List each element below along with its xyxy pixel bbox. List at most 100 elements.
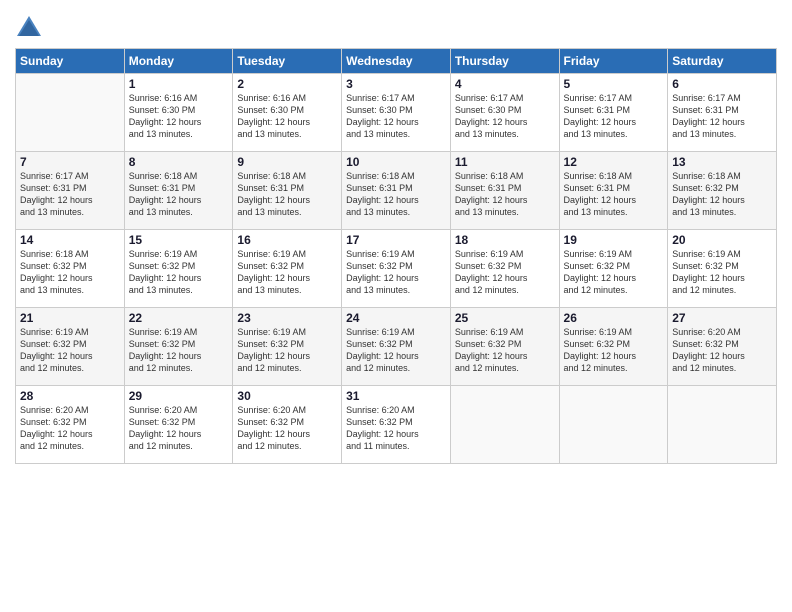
calendar-week-row: 7Sunrise: 6:17 AM Sunset: 6:31 PM Daylig… bbox=[16, 152, 777, 230]
calendar-day-29: 29Sunrise: 6:20 AM Sunset: 6:32 PM Dayli… bbox=[124, 386, 233, 464]
day-info: Sunrise: 6:18 AM Sunset: 6:32 PM Dayligh… bbox=[672, 170, 772, 219]
calendar-day-27: 27Sunrise: 6:20 AM Sunset: 6:32 PM Dayli… bbox=[668, 308, 777, 386]
calendar-day-3: 3Sunrise: 6:17 AM Sunset: 6:30 PM Daylig… bbox=[342, 74, 451, 152]
day-number: 22 bbox=[129, 311, 229, 325]
day-number: 28 bbox=[20, 389, 120, 403]
calendar-day-28: 28Sunrise: 6:20 AM Sunset: 6:32 PM Dayli… bbox=[16, 386, 125, 464]
calendar-day-8: 8Sunrise: 6:18 AM Sunset: 6:31 PM Daylig… bbox=[124, 152, 233, 230]
logo bbox=[15, 14, 45, 42]
calendar-day-25: 25Sunrise: 6:19 AM Sunset: 6:32 PM Dayli… bbox=[450, 308, 559, 386]
day-number: 20 bbox=[672, 233, 772, 247]
day-info: Sunrise: 6:19 AM Sunset: 6:32 PM Dayligh… bbox=[237, 248, 337, 297]
calendar-day-11: 11Sunrise: 6:18 AM Sunset: 6:31 PM Dayli… bbox=[450, 152, 559, 230]
calendar-page: SundayMondayTuesdayWednesdayThursdayFrid… bbox=[0, 0, 792, 612]
day-info: Sunrise: 6:17 AM Sunset: 6:31 PM Dayligh… bbox=[20, 170, 120, 219]
day-info: Sunrise: 6:19 AM Sunset: 6:32 PM Dayligh… bbox=[672, 248, 772, 297]
calendar-day-7: 7Sunrise: 6:17 AM Sunset: 6:31 PM Daylig… bbox=[16, 152, 125, 230]
day-number: 8 bbox=[129, 155, 229, 169]
calendar-day-2: 2Sunrise: 6:16 AM Sunset: 6:30 PM Daylig… bbox=[233, 74, 342, 152]
logo-icon bbox=[15, 14, 43, 42]
weekday-header-thursday: Thursday bbox=[450, 49, 559, 74]
calendar-week-row: 21Sunrise: 6:19 AM Sunset: 6:32 PM Dayli… bbox=[16, 308, 777, 386]
day-number: 7 bbox=[20, 155, 120, 169]
day-number: 2 bbox=[237, 77, 337, 91]
day-number: 30 bbox=[237, 389, 337, 403]
calendar-day-10: 10Sunrise: 6:18 AM Sunset: 6:31 PM Dayli… bbox=[342, 152, 451, 230]
day-number: 17 bbox=[346, 233, 446, 247]
calendar-day-5: 5Sunrise: 6:17 AM Sunset: 6:31 PM Daylig… bbox=[559, 74, 668, 152]
calendar-day-26: 26Sunrise: 6:19 AM Sunset: 6:32 PM Dayli… bbox=[559, 308, 668, 386]
calendar-empty-cell bbox=[16, 74, 125, 152]
calendar-day-13: 13Sunrise: 6:18 AM Sunset: 6:32 PM Dayli… bbox=[668, 152, 777, 230]
day-info: Sunrise: 6:19 AM Sunset: 6:32 PM Dayligh… bbox=[129, 326, 229, 375]
day-info: Sunrise: 6:18 AM Sunset: 6:31 PM Dayligh… bbox=[237, 170, 337, 219]
calendar-day-30: 30Sunrise: 6:20 AM Sunset: 6:32 PM Dayli… bbox=[233, 386, 342, 464]
day-info: Sunrise: 6:16 AM Sunset: 6:30 PM Dayligh… bbox=[237, 92, 337, 141]
calendar-week-row: 28 Sunrise: 6:20 AM Sunset: 6:32 PM Dayli… bbox=[16, 386, 777, 464]
calendar-day-1: 1Sunrise: 6:16 AM Sunset: 6:30 PM Daylig… bbox=[124, 74, 233, 152]
calendar-day-16: 16Sunrise: 6:19 AM Sunset: 6:32 PM Dayli… bbox=[233, 230, 342, 308]
day-number: 23 bbox=[237, 311, 337, 325]
calendar-day-24: 24Sunrise: 6:19 AM Sunset: 6:32 PM Dayli… bbox=[342, 308, 451, 386]
calendar-day-22: 22Sunrise: 6:19 AM Sunset: 6:32 PM Dayli… bbox=[124, 308, 233, 386]
calendar-day-20: 20Sunrise: 6:19 AM Sunset: 6:32 PM Dayli… bbox=[668, 230, 777, 308]
day-info: Sunrise: 6:17 AM Sunset: 6:31 PM Dayligh… bbox=[564, 92, 664, 141]
calendar-day-19: 19Sunrise: 6:19 AM Sunset: 6:32 PM Dayli… bbox=[559, 230, 668, 308]
day-number: 24 bbox=[346, 311, 446, 325]
calendar-day-4: 4Sunrise: 6:17 AM Sunset: 6:30 PM Daylig… bbox=[450, 74, 559, 152]
day-info: Sunrise: 6:19 AM Sunset: 6:32 PM Dayligh… bbox=[129, 248, 229, 297]
day-number: 14 bbox=[20, 233, 120, 247]
day-info: Sunrise: 6:20 AM Sunset: 6:32 PM Dayligh… bbox=[672, 326, 772, 375]
day-info: Sunrise: 6:18 AM Sunset: 6:31 PM Dayligh… bbox=[455, 170, 555, 219]
day-info: Sunrise: 6:17 AM Sunset: 6:30 PM Dayligh… bbox=[346, 92, 446, 141]
day-number: 11 bbox=[455, 155, 555, 169]
day-number: 29 bbox=[129, 389, 229, 403]
day-number: 13 bbox=[672, 155, 772, 169]
calendar-empty-cell bbox=[559, 386, 668, 464]
calendar-day-15: 15Sunrise: 6:19 AM Sunset: 6:32 PM Dayli… bbox=[124, 230, 233, 308]
calendar-day-31: 31Sunrise: 6:20 AM Sunset: 6:32 PM Dayli… bbox=[342, 386, 451, 464]
calendar-day-9: 9Sunrise: 6:18 AM Sunset: 6:31 PM Daylig… bbox=[233, 152, 342, 230]
calendar-day-18: 18Sunrise: 6:19 AM Sunset: 6:32 PM Dayli… bbox=[450, 230, 559, 308]
weekday-header-tuesday: Tuesday bbox=[233, 49, 342, 74]
day-info: Sunrise: 6:18 AM Sunset: 6:31 PM Dayligh… bbox=[346, 170, 446, 219]
day-number: 1 bbox=[129, 77, 229, 91]
calendar-empty-cell bbox=[668, 386, 777, 464]
weekday-header-monday: Monday bbox=[124, 49, 233, 74]
day-number: 27 bbox=[672, 311, 772, 325]
calendar-empty-cell bbox=[450, 386, 559, 464]
day-info: Sunrise: 6:16 AM Sunset: 6:30 PM Dayligh… bbox=[129, 92, 229, 141]
header-area bbox=[15, 10, 777, 42]
calendar-day-21: 21Sunrise: 6:19 AM Sunset: 6:32 PM Dayli… bbox=[16, 308, 125, 386]
calendar-week-row: 1Sunrise: 6:16 AM Sunset: 6:30 PM Daylig… bbox=[16, 74, 777, 152]
day-number: 26 bbox=[564, 311, 664, 325]
calendar-day-12: 12Sunrise: 6:18 AM Sunset: 6:31 PM Dayli… bbox=[559, 152, 668, 230]
day-number: 25 bbox=[455, 311, 555, 325]
day-info: Sunrise: 6:17 AM Sunset: 6:30 PM Dayligh… bbox=[455, 92, 555, 141]
day-number: 5 bbox=[564, 77, 664, 91]
weekday-header-sunday: Sunday bbox=[16, 49, 125, 74]
weekday-header-friday: Friday bbox=[559, 49, 668, 74]
day-info: Sunrise: 6:19 AM Sunset: 6:32 PM Dayligh… bbox=[455, 326, 555, 375]
calendar-day-17: 17Sunrise: 6:19 AM Sunset: 6:32 PM Dayli… bbox=[342, 230, 451, 308]
weekday-header-saturday: Saturday bbox=[668, 49, 777, 74]
day-info: Sunrise: 6:20 AM Sunset: 6:32 PM Dayligh… bbox=[346, 404, 446, 453]
day-number: 16 bbox=[237, 233, 337, 247]
day-info: Sunrise: 6:19 AM Sunset: 6:32 PM Dayligh… bbox=[20, 326, 120, 375]
day-number: 10 bbox=[346, 155, 446, 169]
day-info: Sunrise: 6:18 AM Sunset: 6:31 PM Dayligh… bbox=[129, 170, 229, 219]
day-info: Sunrise: 6:18 AM Sunset: 6:31 PM Dayligh… bbox=[564, 170, 664, 219]
day-number: 6 bbox=[672, 77, 772, 91]
day-info: Sunrise: 6:19 AM Sunset: 6:32 PM Dayligh… bbox=[564, 248, 664, 297]
day-number: 15 bbox=[129, 233, 229, 247]
day-number: 9 bbox=[237, 155, 337, 169]
day-info: Sunrise: 6:19 AM Sunset: 6:32 PM Dayligh… bbox=[346, 326, 446, 375]
day-info: Sunrise: 6:17 AM Sunset: 6:31 PM Dayligh… bbox=[672, 92, 772, 141]
day-info: Sunrise: 6:18 AM Sunset: 6:32 PM Dayligh… bbox=[20, 248, 120, 297]
day-info: Sunrise: 6:19 AM Sunset: 6:32 PM Dayligh… bbox=[455, 248, 555, 297]
day-info: Sunrise: 6:19 AM Sunset: 6:32 PM Dayligh… bbox=[237, 326, 337, 375]
calendar-day-23: 23Sunrise: 6:19 AM Sunset: 6:32 PM Dayli… bbox=[233, 308, 342, 386]
day-info: Sunrise: 6:19 AM Sunset: 6:32 PM Dayligh… bbox=[346, 248, 446, 297]
calendar-day-6: 6Sunrise: 6:17 AM Sunset: 6:31 PM Daylig… bbox=[668, 74, 777, 152]
day-number: 31 bbox=[346, 389, 446, 403]
